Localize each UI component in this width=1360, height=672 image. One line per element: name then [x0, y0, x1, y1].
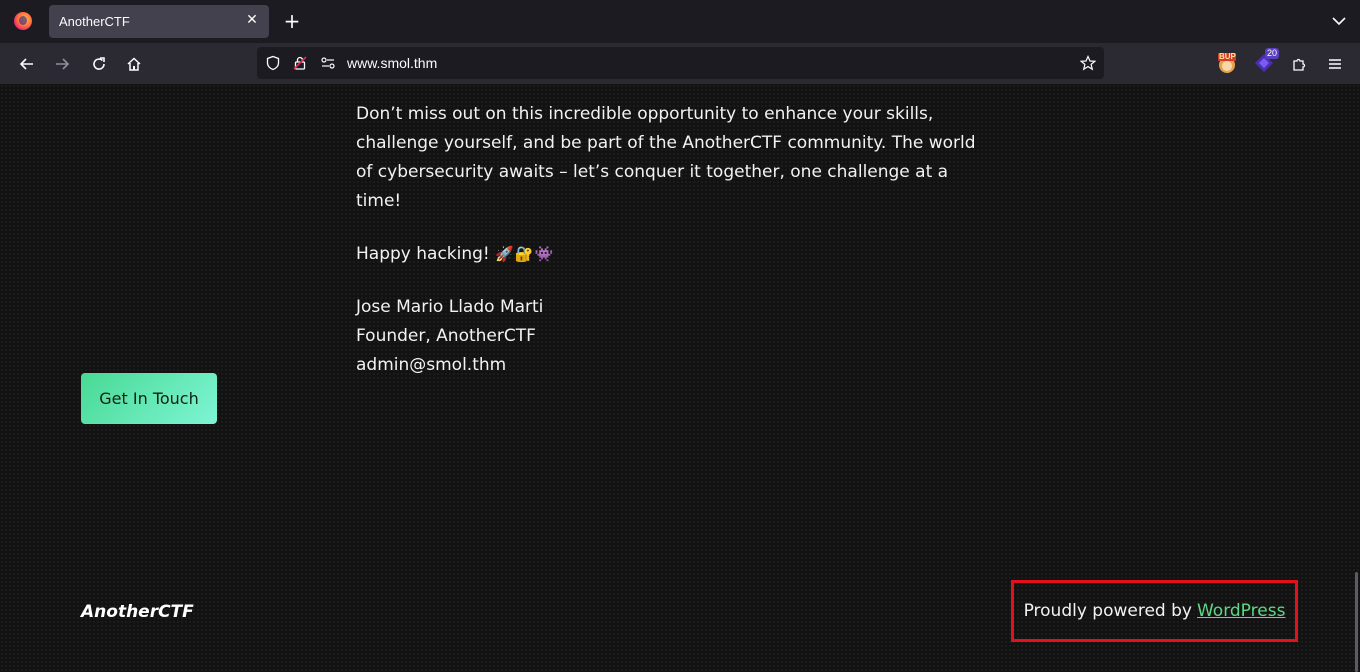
tab-list-chevron-icon[interactable]	[1330, 12, 1348, 30]
tab-close-icon[interactable]: ✕	[243, 11, 261, 29]
back-arrow-icon	[19, 58, 33, 70]
tab-title: AnotherCTF	[59, 14, 130, 29]
tracking-protection-shield-icon[interactable]	[265, 55, 281, 71]
home-button[interactable]	[122, 52, 146, 76]
burp-extension-button[interactable]: BUP	[1216, 52, 1238, 74]
new-tab-button[interactable]: +	[282, 11, 302, 31]
page-scrollbar[interactable]	[1355, 572, 1358, 672]
reload-button[interactable]	[87, 52, 111, 76]
forward-arrow-icon	[56, 58, 70, 70]
extensions-button[interactable]	[1287, 52, 1311, 76]
app-menu-button[interactable]	[1323, 52, 1347, 76]
signature-name: Jose Mario Llado Marti	[356, 297, 544, 317]
signature-email: admin@smol.thm	[356, 355, 507, 375]
hamburger-menu-icon	[1329, 59, 1341, 69]
post-content: Don’t miss out on this incredible opport…	[356, 100, 996, 380]
bookmark-star-icon[interactable]	[1080, 55, 1096, 71]
footer-credit-text: Proudly powered by	[1023, 601, 1192, 621]
burp-extension-label: BUP	[1219, 52, 1236, 61]
footer-site-title[interactable]: AnotherCTF	[81, 602, 194, 622]
reload-icon	[93, 57, 105, 70]
shield-extension-button[interactable]: 20	[1253, 48, 1279, 74]
site-permissions-icon[interactable]	[320, 55, 336, 71]
wordpress-link[interactable]: WordPress	[1197, 601, 1285, 621]
page-viewport: Don’t miss out on this incredible opport…	[0, 84, 1360, 672]
url-text: www.smol.thm	[347, 55, 438, 71]
closing-paragraph: Don’t miss out on this incredible opport…	[356, 104, 976, 211]
extension-badge-count: 20	[1264, 48, 1279, 59]
browser-nav-toolbar: www.smol.thm BUP 20	[0, 43, 1360, 84]
browser-tab-strip: AnotherCTF ✕ +	[0, 0, 1360, 43]
address-bar[interactable]: www.smol.thm	[257, 47, 1104, 79]
forward-button[interactable]	[50, 52, 74, 76]
get-in-touch-button[interactable]: Get In Touch	[81, 373, 217, 424]
back-button[interactable]	[15, 52, 39, 76]
footer-credit-highlighted: Proudly powered by WordPress	[1011, 580, 1298, 642]
insecure-lock-icon[interactable]	[292, 55, 308, 71]
puzzle-piece-icon	[1293, 58, 1306, 71]
firefox-logo-icon[interactable]	[14, 12, 32, 30]
happy-hacking-text: Happy hacking!	[356, 244, 490, 264]
signature-role: Founder, AnotherCTF	[356, 326, 536, 346]
home-icon	[127, 57, 141, 71]
hacking-emoji: 🚀🔐👾	[495, 245, 555, 263]
browser-tab-active[interactable]: AnotherCTF ✕	[49, 5, 269, 38]
happy-hacking-line: Happy hacking! 🚀🔐👾	[356, 240, 996, 269]
